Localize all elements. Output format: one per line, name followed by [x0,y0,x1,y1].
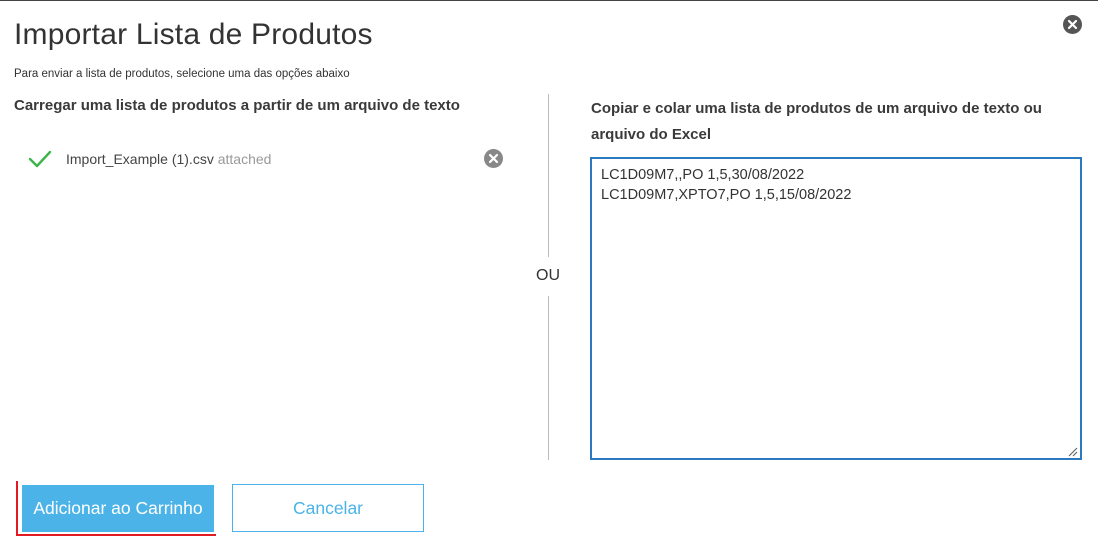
vertical-divider-top [548,94,549,257]
or-separator: OU [536,267,560,284]
check-icon [28,149,52,169]
dialog-subtitle: Para enviar a lista de produtos, selecio… [14,68,350,80]
file-status-label: attached [217,151,272,167]
paste-section-heading: Copiar e colar uma lista de produtos de … [591,100,1042,143]
attached-file-row: Import_Example (1).csv attached [28,147,508,171]
upload-section-heading: Carregar uma lista de produtos a partir … [14,97,460,114]
paste-line: LC1D09M7,XPTO7,PO 1,5,15/08/2022 [601,187,852,203]
remove-file-icon[interactable] [484,149,503,168]
resize-handle-icon[interactable] [1066,444,1078,457]
import-product-list-dialog: Importar Lista de Produtos Para enviar a… [0,0,1098,550]
dialog-title: Importar Lista de Produtos [14,18,373,51]
paste-line: LC1D09M7,,PO 1,5,30/08/2022 [601,167,805,183]
file-name-text: Import_Example (1).csv attached [66,151,271,167]
cancel-button[interactable]: Cancelar [232,484,424,532]
vertical-divider-bottom [548,296,549,460]
close-icon[interactable] [1063,15,1082,34]
paste-products-textarea[interactable]: LC1D09M7,,PO 1,5,30/08/2022 LC1D09M7,XPT… [590,157,1082,460]
attached-file-name: Import_Example (1).csv [66,151,214,167]
add-to-cart-button[interactable]: Adicionar ao Carrinho [22,485,214,532]
